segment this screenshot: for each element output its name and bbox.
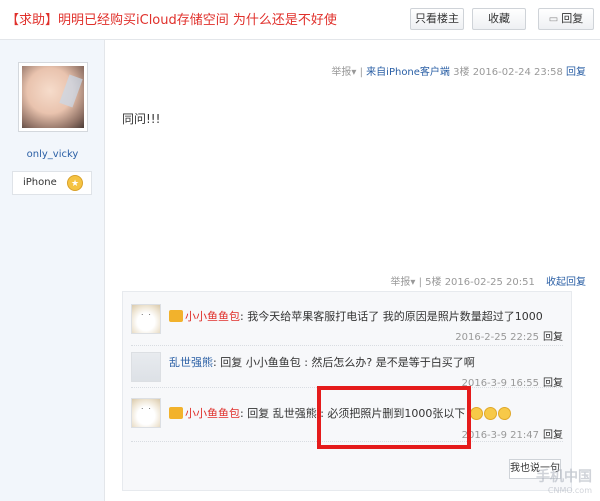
comment-meta: 2016-2-25 22:25 回复: [455, 328, 563, 343]
commenter-avatar[interactable]: [131, 304, 161, 334]
commenter-name[interactable]: 乱世强熊: [169, 356, 213, 369]
comment-reply-link[interactable]: 回复: [543, 430, 563, 441]
report-link[interactable]: 举报: [331, 67, 351, 78]
floor-number-2: 5楼: [425, 277, 442, 288]
floor-number: 3楼: [453, 67, 470, 78]
post-reply-link[interactable]: 回复: [566, 67, 586, 78]
report-link-2[interactable]: 举报: [390, 277, 410, 288]
comment-item: 乱世强熊: 回复 小小鱼鱼包 : 然后怎么办? 是不是等于白买了啊 2016-3…: [131, 348, 563, 389]
comment-reply-link[interactable]: 回复: [543, 332, 563, 343]
chevron-down-icon: ▾: [410, 277, 416, 288]
emoji-icon: [469, 407, 483, 420]
commenter-avatar[interactable]: [131, 352, 161, 382]
watermark-sub: CNMO.com: [547, 486, 592, 495]
reply-meta-time: 2016-02-25 20:51: [444, 277, 535, 288]
only-author-button[interactable]: 只看楼主: [410, 8, 464, 30]
comment-item: 小小鱼鱼包: 我今天给苹果客服打电话了 我的原因是照片数量超过了1000 201…: [131, 302, 563, 346]
author-username[interactable]: only_vicky: [0, 149, 105, 160]
favorite-button[interactable]: 收藏: [472, 8, 526, 30]
device-label: iPhone: [23, 177, 57, 188]
comment-reply-link[interactable]: 回复: [543, 378, 563, 389]
comment-text-line: 乱世强熊: 回复 小小鱼鱼包 : 然后怎么办? 是不是等于白买了啊: [169, 356, 475, 369]
collapse-replies-link[interactable]: 收起回复: [546, 277, 586, 288]
post-meta: 举报▾ | 来自iPhone客户端 3楼 2016-02-24 23:58 回复: [331, 67, 586, 78]
comment-text-line: 小小鱼鱼包: 我今天给苹果客服打电话了 我的原因是照片数量超过了1000: [169, 308, 543, 324]
post-time: 2016-02-24 23:58: [472, 67, 563, 78]
thread-title: 【求助】明明已经购买iCloud存储空间 为什么还是不好使: [6, 13, 337, 28]
emoji-icon: [497, 407, 511, 420]
avatar-image: [22, 66, 84, 128]
avatar[interactable]: [18, 62, 88, 132]
comment-time: 2016-2-25 22:25: [455, 332, 539, 343]
watermark-main: 手机中国: [536, 469, 592, 485]
comment-text: 我今天给苹果客服打电话了 我的原因是照片数量超过了1000: [247, 310, 543, 323]
comment-text: 回复 小小鱼鱼包 : 然后怎么办? 是不是等于白买了啊: [220, 356, 475, 369]
highlight-box: [317, 386, 471, 449]
reply-meta: 举报▾ | 5楼 2016-02-25 20:51 收起回复: [390, 277, 586, 288]
comment-time: 2016-3-9 21:47: [461, 430, 539, 441]
comment-time: 2016-3-9 16:55: [461, 378, 539, 389]
commenter-avatar[interactable]: [131, 398, 161, 428]
device-badge: iPhone ★: [12, 171, 92, 195]
comment-meta: 2016-3-9 16:55 回复: [462, 374, 563, 389]
post-content: 同问!!!: [122, 112, 161, 126]
thread-header: 【求助】明明已经购买iCloud存储空间 为什么还是不好使 只看楼主 收藏 ▭ 回…: [0, 0, 600, 40]
commenter-name[interactable]: 小小鱼鱼包: [185, 407, 240, 420]
reply-button[interactable]: ▭ 回复: [538, 8, 594, 30]
chevron-down-icon: ▾: [351, 67, 357, 78]
commenter-name[interactable]: 小小鱼鱼包: [185, 310, 240, 323]
watermark: 手机中国 CNMO.com: [536, 466, 592, 495]
reply-button-label: 回复: [561, 12, 584, 25]
comment-icon: ▭: [548, 14, 559, 25]
vip-icon: [169, 310, 183, 322]
medal-icon: ★: [67, 175, 83, 191]
comment-meta: 2016-3-9 21:47 回复: [462, 426, 563, 441]
source-link[interactable]: 来自iPhone客户端: [366, 67, 450, 78]
vip-icon: [169, 407, 183, 419]
emoji-icon: [483, 407, 497, 420]
comment-prefix: 回复 乱世强熊 :: [247, 407, 324, 420]
